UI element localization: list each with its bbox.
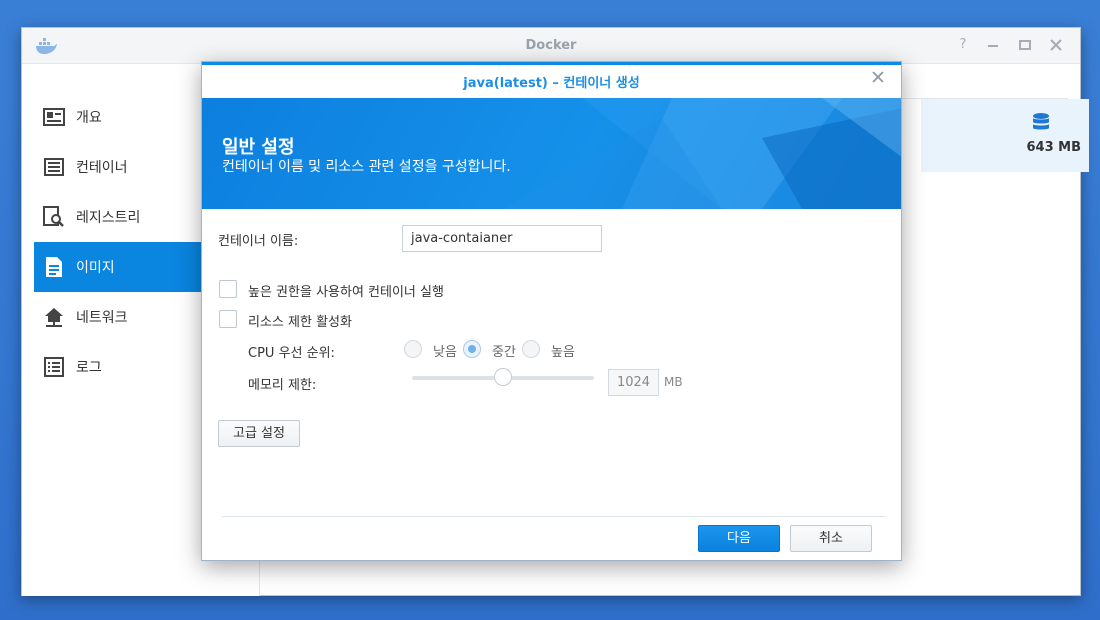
privileged-label: 높은 권한을 사용하여 컨테이너 실행 xyxy=(248,285,444,300)
cpu-priority-label: CPU 우선 순위: xyxy=(248,346,335,361)
dialog-close-icon[interactable] xyxy=(869,70,887,88)
cpu-high-label: 높음 xyxy=(551,345,575,360)
cpu-low-radio[interactable] xyxy=(404,340,422,358)
memory-limit-input[interactable]: 1024 xyxy=(608,369,659,396)
footer-divider xyxy=(222,516,885,517)
maximize-icon[interactable] xyxy=(1017,37,1033,53)
dialog-title: java(latest) – 컨테이너 생성 xyxy=(463,76,640,91)
window-titlebar[interactable]: Docker ? xyxy=(22,28,1080,64)
memory-limit-label: 메모리 제한: xyxy=(248,378,317,393)
close-icon[interactable] xyxy=(1048,37,1064,53)
section-banner: 일반 설정 컨테이너 이름 및 리소스 관련 설정을 구성합니다. xyxy=(202,98,901,209)
container-name-label: 컨테이너 이름: xyxy=(218,234,299,249)
network-house-icon xyxy=(42,305,66,329)
table-row[interactable] xyxy=(921,99,1089,172)
log-list-icon xyxy=(42,355,66,379)
sidebar-item-label: 네트워크 xyxy=(76,310,128,326)
memory-slider-thumb[interactable] xyxy=(494,368,512,386)
memory-unit-label: MB xyxy=(664,375,683,389)
registry-search-icon xyxy=(42,205,66,229)
next-button[interactable]: 다음 xyxy=(698,525,780,552)
database-icon xyxy=(1033,113,1049,130)
cpu-high-radio[interactable] xyxy=(522,340,540,358)
cancel-button[interactable]: 취소 xyxy=(790,525,872,552)
container-list-icon xyxy=(42,155,66,179)
sidebar-item-label: 이미지 xyxy=(76,260,115,276)
create-container-dialog: java(latest) – 컨테이너 생성 일반 설정 컨테이너 이름 및 리… xyxy=(201,61,902,561)
sidebar-item-label: 컨테이너 xyxy=(76,160,128,176)
banner-pattern xyxy=(502,98,901,209)
resource-limit-label: 리소스 제한 활성화 xyxy=(248,315,352,330)
image-document-icon xyxy=(42,255,66,279)
cpu-medium-radio[interactable] xyxy=(463,340,481,358)
dialog-accent-bar xyxy=(202,62,901,65)
image-size: 643 MB xyxy=(1026,140,1081,155)
sidebar-item-label: 개요 xyxy=(76,110,102,126)
help-icon[interactable]: ? xyxy=(955,37,971,53)
privileged-checkbox[interactable] xyxy=(219,280,237,298)
banner-subtitle: 컨테이너 이름 및 리소스 관련 설정을 구성합니다. xyxy=(222,159,511,175)
minimize-icon[interactable] xyxy=(985,37,1001,53)
sidebar-item-label: 레지스트리 xyxy=(76,210,141,226)
resource-limit-checkbox[interactable] xyxy=(219,310,237,328)
overview-card-icon xyxy=(42,105,66,129)
cpu-medium-label: 중간 xyxy=(492,345,516,360)
container-name-input[interactable]: java-contaianer xyxy=(402,225,602,252)
sidebar-item-label: 로그 xyxy=(76,360,102,376)
window-title: Docker xyxy=(525,38,577,53)
cpu-low-label: 낮음 xyxy=(433,345,457,360)
advanced-settings-button[interactable]: 고급 설정 xyxy=(218,420,300,447)
